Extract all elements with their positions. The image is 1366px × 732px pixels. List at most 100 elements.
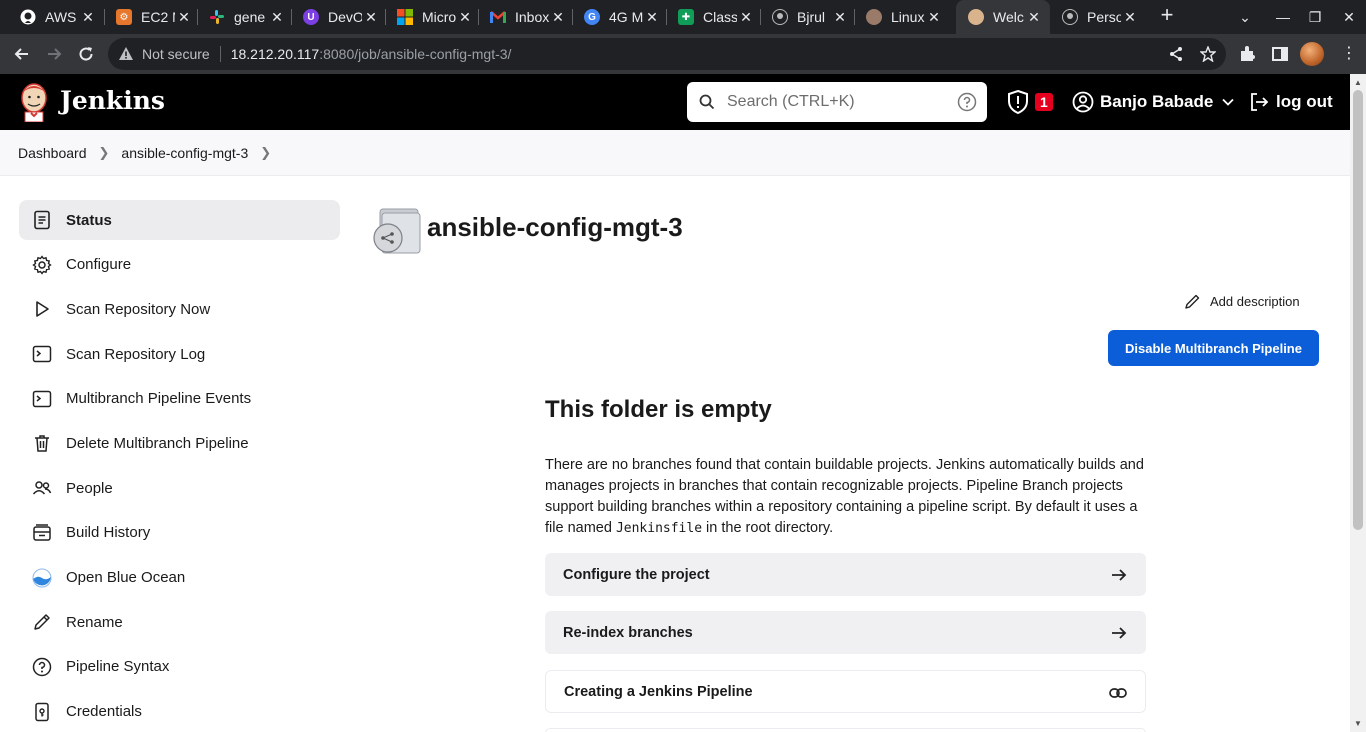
github-icon (772, 9, 788, 25)
sidebar-item-configure[interactable]: Configure (19, 245, 340, 285)
help-icon[interactable] (957, 92, 977, 112)
search-box[interactable] (687, 82, 987, 122)
pencil-icon (1185, 294, 1200, 309)
security-alerts-button[interactable]: 1 (1007, 74, 1053, 130)
warning-icon (119, 47, 133, 60)
logout-link[interactable]: log out (1248, 74, 1333, 130)
sidebar-item-rename[interactable]: Rename (19, 602, 340, 642)
chevron-right-icon[interactable]: ❯ (99, 145, 110, 161)
link-icon (1109, 688, 1127, 698)
terminal-icon (32, 345, 52, 363)
sidebar: Status Configure Scan Repository Now Sca… (19, 200, 340, 732)
tab-search-icon[interactable]: ⌄ (1228, 0, 1262, 34)
sidebar-item-people[interactable]: People (19, 468, 340, 508)
reload-icon[interactable] (72, 40, 100, 68)
credentials-icon (35, 702, 49, 721)
globe-icon: G (584, 9, 600, 25)
page-title: ansible-config-mgt-3 (427, 212, 683, 242)
close-tab-icon[interactable]: ✕ (926, 9, 942, 25)
scroll-up-icon[interactable]: ▲ (1353, 78, 1363, 88)
sidebar-item-blue-ocean[interactable]: Open Blue Ocean (19, 558, 340, 598)
sidebar-item-credentials[interactable]: Credentials (19, 692, 340, 732)
sidebar-item-scan-repository-log[interactable]: Scan Repository Log (19, 334, 340, 374)
sidebar-item-status[interactable]: Status (19, 200, 340, 240)
bookmark-star-icon[interactable] (1200, 46, 1216, 62)
people-icon (32, 481, 52, 495)
breadcrumb-job[interactable]: ansible-config-mgt-3 (121, 145, 248, 161)
user-name: Banjo Babade (1100, 92, 1214, 111)
new-tab-button[interactable]: + (1156, 4, 1178, 27)
reindex-branches-card[interactable]: Re-index branches (545, 611, 1146, 654)
url-text: 18.212.20.117:8080/job/ansible-config-mg… (230, 46, 512, 62)
sidebar-item-build-history[interactable]: Build History (19, 513, 340, 553)
creating-pipeline-card[interactable]: Creating a Jenkins Pipeline (545, 670, 1146, 713)
browser-tab[interactable]: Linux ✕ (846, 0, 950, 34)
user-menu[interactable]: Banjo Babade (1072, 74, 1235, 130)
close-tab-icon[interactable]: ✕ (1026, 9, 1042, 25)
build-history-icon (33, 524, 51, 541)
configure-project-card[interactable]: Configure the project (545, 553, 1146, 596)
sidebar-item-pipeline-syntax[interactable]: Pipeline Syntax (19, 647, 340, 687)
browser-tab[interactable]: U DevO ✕ (283, 0, 387, 34)
arrow-right-icon (1112, 569, 1127, 581)
search-input[interactable] (727, 93, 947, 111)
jenkins-icon (968, 9, 984, 25)
user-icon (1072, 91, 1094, 113)
sidebar-item-scan-repository-now[interactable]: Scan Repository Now (19, 289, 340, 329)
close-window-icon[interactable]: ✕ (1332, 0, 1366, 34)
status-icon (34, 210, 50, 230)
extensions-icon[interactable] (1238, 44, 1258, 64)
trash-icon (35, 435, 49, 453)
microsoft-icon (397, 9, 413, 25)
close-tab-icon[interactable]: ✕ (80, 9, 96, 25)
alert-count-badge: 1 (1035, 93, 1053, 111)
browser-tab[interactable]: Micro ✕ (377, 0, 481, 34)
browser-tab[interactable]: ✚ Class ✕ (658, 0, 762, 34)
browser-tab[interactable]: Perso ✕ (1042, 0, 1146, 34)
address-bar[interactable]: Not secure 18.212.20.117:8080/job/ansibl… (108, 38, 1226, 70)
restore-icon[interactable]: ❐ (1298, 0, 1332, 34)
share-icon[interactable] (1168, 46, 1184, 62)
avatar-icon (866, 9, 882, 25)
slack-icon (209, 9, 225, 25)
logout-icon (1251, 93, 1269, 111)
forward-icon[interactable] (40, 40, 68, 68)
scrollbar-thumb[interactable] (1353, 90, 1363, 530)
jenkinsfile-code: Jenkinsfile (615, 521, 703, 536)
gmail-icon (490, 9, 506, 25)
jenkins-logo-icon[interactable] (18, 82, 50, 122)
search-icon (699, 94, 715, 110)
browser-tab[interactable]: Bjrul ✕ (752, 0, 856, 34)
close-tab-icon[interactable]: ✕ (1122, 9, 1138, 25)
more-card[interactable] (545, 728, 1146, 732)
folder-pipeline-icon (373, 208, 421, 254)
browser-tab[interactable]: gene ✕ (189, 0, 293, 34)
browser-tab[interactable]: Inbox ✕ (470, 0, 574, 34)
jenkins-brand[interactable]: Jenkins (60, 86, 165, 115)
github-icon (20, 9, 36, 25)
browser-tab[interactable]: G 4G M ✕ (564, 0, 668, 34)
browser-tab[interactable]: AWS ✕ (0, 0, 104, 34)
sidebar-item-multibranch-events[interactable]: Multibranch Pipeline Events (19, 379, 340, 419)
side-panel-icon[interactable] (1270, 44, 1290, 64)
disable-multibranch-pipeline-button[interactable]: Disable Multibranch Pipeline (1108, 330, 1319, 366)
breadcrumb-dashboard[interactable]: Dashboard (18, 145, 87, 161)
browser-menu-icon[interactable]: ⋮ (1339, 44, 1359, 64)
jenkins-header: Jenkins 1 Banjo Babade log out (0, 74, 1350, 130)
minimize-icon[interactable]: — (1266, 0, 1300, 34)
breadcrumb: Dashboard ❯ ansible-config-mgt-3 ❯ (0, 130, 1350, 176)
browser-tab-active[interactable]: Welc ✕ (956, 0, 1050, 34)
not-secure-label: Not secure (142, 46, 210, 62)
profile-avatar[interactable] (1300, 42, 1324, 66)
scroll-down-icon[interactable]: ▼ (1353, 719, 1363, 729)
blue-ocean-icon (32, 568, 52, 587)
sheets-icon: ✚ (678, 9, 694, 25)
chevron-right-icon[interactable]: ❯ (260, 145, 271, 161)
terminal-icon (32, 390, 52, 407)
github-icon (1062, 9, 1078, 25)
sidebar-item-delete[interactable]: Delete Multibranch Pipeline (19, 423, 340, 463)
arrow-right-icon (1112, 627, 1127, 639)
add-description-link[interactable]: Add description (1184, 293, 1300, 310)
back-icon[interactable] (8, 40, 36, 68)
browser-tab[interactable]: ⚙ EC2 M ✕ (96, 0, 200, 34)
